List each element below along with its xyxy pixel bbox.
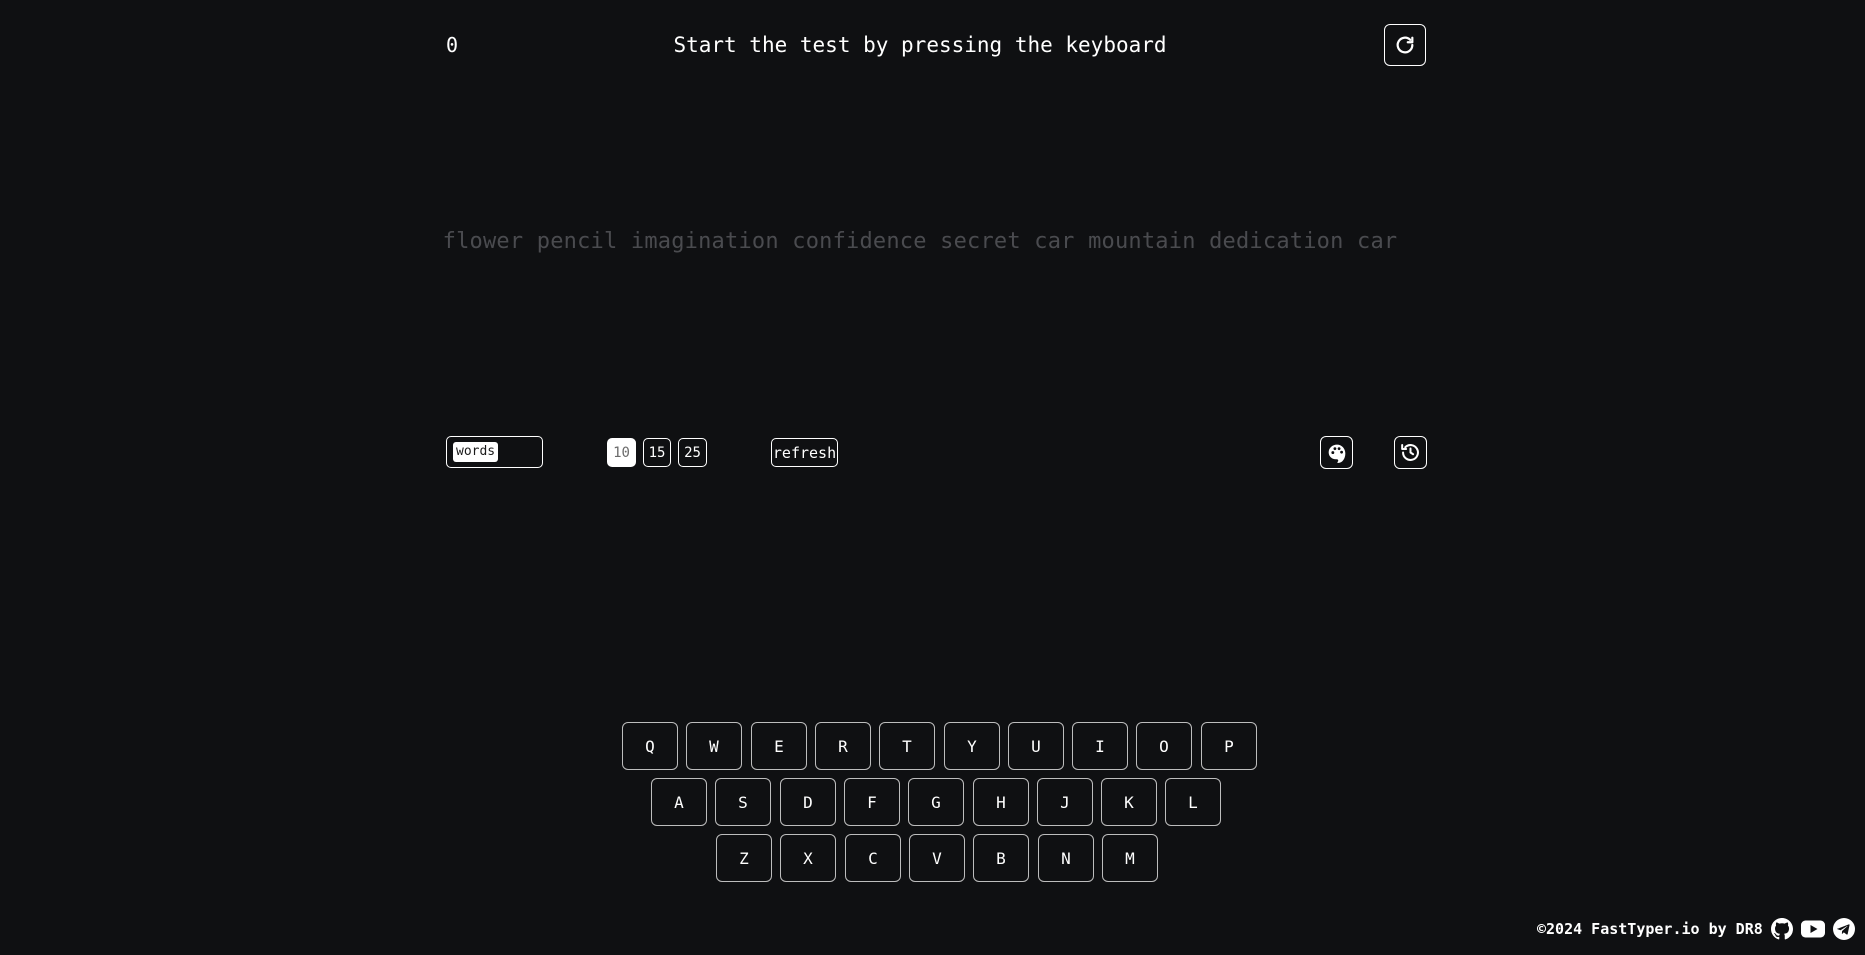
word: confidence [792, 229, 927, 254]
footer: ©2024 FastTyper.io by DR8 [1537, 918, 1855, 940]
typing-test-app: 0 Start the test by pressing the keyboar… [0, 0, 1865, 955]
key-g[interactable]: G [908, 778, 964, 826]
key-h[interactable]: H [973, 778, 1029, 826]
youtube-icon[interactable] [1800, 920, 1825, 938]
key-c[interactable]: C [845, 834, 901, 882]
key-x[interactable]: X [780, 834, 836, 882]
key-s[interactable]: S [715, 778, 771, 826]
history-button[interactable] [1394, 436, 1427, 469]
count-25-button[interactable]: 25 [678, 438, 707, 467]
key-j[interactable]: J [1037, 778, 1093, 826]
key-l[interactable]: L [1165, 778, 1221, 826]
restart-button[interactable] [1384, 24, 1426, 66]
word: car [1034, 229, 1075, 254]
count-15-button[interactable]: 15 [643, 438, 671, 467]
count-10-button[interactable]: 10 [607, 438, 636, 467]
key-v[interactable]: V [909, 834, 965, 882]
word: imagination [630, 229, 779, 254]
key-b[interactable]: B [973, 834, 1029, 882]
palette-icon [1328, 444, 1345, 463]
mode-select-value: words [453, 442, 499, 462]
key-t[interactable]: T [879, 722, 935, 770]
word: dedication [1209, 229, 1344, 254]
footer-credit: ©2024 FastTyper.io by DR8 [1537, 920, 1763, 938]
word: flower [442, 229, 524, 254]
restart-icon [1396, 36, 1414, 54]
key-q[interactable]: Q [622, 722, 678, 770]
word: secret [940, 229, 1021, 254]
refresh-button[interactable]: refresh [771, 438, 838, 467]
word: pencil [536, 229, 618, 254]
history-icon [1401, 444, 1419, 461]
key-i[interactable]: I [1072, 722, 1128, 770]
github-icon[interactable] [1770, 918, 1793, 940]
telegram-icon[interactable] [1832, 918, 1855, 940]
key-r[interactable]: R [815, 722, 871, 770]
key-p[interactable]: P [1201, 722, 1257, 770]
word: mountain [1088, 229, 1196, 254]
mode-select[interactable]: words [446, 436, 543, 468]
key-e[interactable]: E [751, 722, 807, 770]
word-list: flower pencil imagination confidence sec… [0, 228, 1840, 256]
key-m[interactable]: M [1102, 834, 1158, 882]
key-d[interactable]: D [780, 778, 836, 826]
key-w[interactable]: W [686, 722, 742, 770]
key-o[interactable]: O [1136, 722, 1192, 770]
key-a[interactable]: A [651, 778, 707, 826]
theme-button[interactable] [1320, 436, 1353, 469]
key-k[interactable]: K [1101, 778, 1157, 826]
key-n[interactable]: N [1038, 834, 1094, 882]
status-message: Start the test by pressing the keyboard [673, 33, 1167, 57]
key-y[interactable]: Y [944, 722, 1000, 770]
key-u[interactable]: U [1008, 722, 1064, 770]
word: car [1357, 229, 1398, 254]
key-z[interactable]: Z [716, 834, 772, 882]
key-f[interactable]: F [844, 778, 900, 826]
